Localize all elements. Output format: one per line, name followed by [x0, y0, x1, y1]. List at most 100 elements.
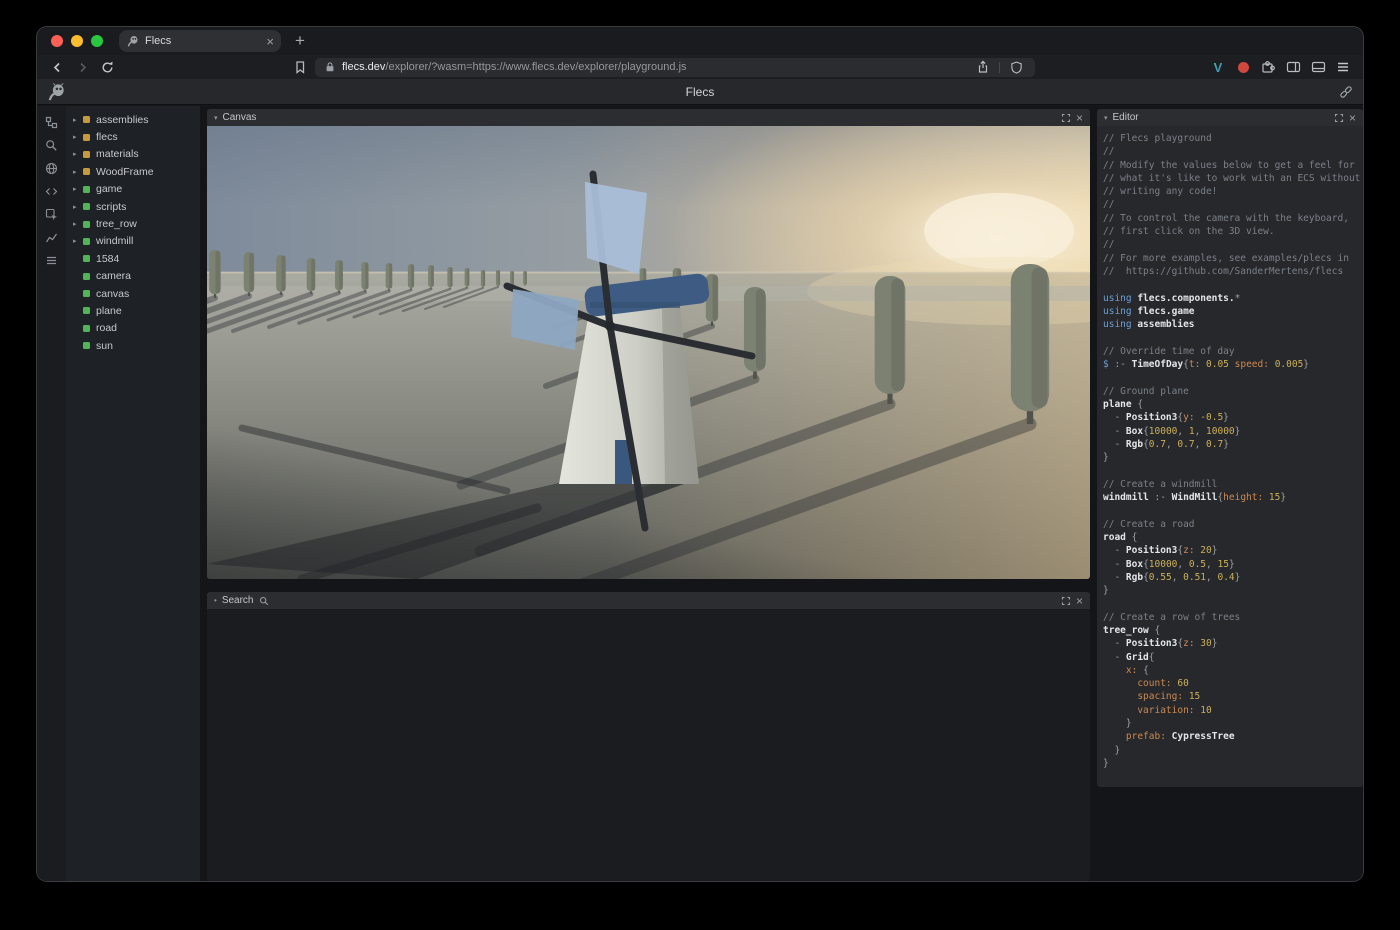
new-tab-button[interactable]: + — [295, 31, 305, 51]
canvas-panel-header[interactable]: ▾ Canvas × — [207, 109, 1090, 126]
code-line: // For more examples, see examples/plecs… — [1103, 252, 1357, 265]
search-results-area — [207, 609, 1090, 881]
code-line: windmill :- WindMill{height: 15} — [1103, 491, 1357, 504]
tree-item-windmill[interactable]: ▸ windmill — [66, 233, 200, 250]
code-line: // To control the camera with the keyboa… — [1103, 212, 1357, 225]
expand-arrow-icon[interactable]: ▸ — [73, 220, 83, 228]
left-icon-strip — [37, 106, 66, 881]
expand-icon[interactable] — [1061, 596, 1071, 606]
sidebar-tab-stats[interactable] — [37, 226, 66, 249]
close-icon[interactable]: × — [1076, 595, 1083, 607]
zoom-window-button[interactable] — [91, 35, 103, 47]
code-editor[interactable]: // Flecs playground//// Modify the value… — [1097, 126, 1363, 787]
code-line: // Create a road — [1103, 518, 1357, 531]
sidebar-tab-inspect[interactable] — [37, 203, 66, 226]
entity-color-square — [83, 307, 90, 314]
sidebar-tab-entities[interactable] — [37, 111, 66, 134]
page-body: ▸assemblies▸flecs▸materials▸WoodFrame▸ga… — [37, 106, 1363, 881]
search-panel-title: Search — [222, 595, 254, 606]
minimize-window-button[interactable] — [71, 35, 83, 47]
code-line — [1103, 371, 1357, 384]
code-line: // first click on the 3D view. — [1103, 225, 1357, 238]
tab-close-icon[interactable]: × — [266, 35, 274, 48]
sidebar-tab-search[interactable] — [37, 134, 66, 157]
window-controls — [37, 35, 119, 47]
close-window-button[interactable] — [51, 35, 63, 47]
back-button[interactable] — [47, 57, 67, 77]
link-icon[interactable] — [1339, 85, 1353, 99]
bookmark-icon[interactable] — [290, 57, 310, 77]
reload-button[interactable] — [97, 57, 117, 77]
window-panel-icon[interactable] — [1308, 57, 1328, 77]
tree-item-camera[interactable]: camera — [66, 268, 200, 285]
brave-shield-icon[interactable] — [1006, 58, 1026, 77]
expand-icon[interactable] — [1061, 113, 1071, 123]
entity-color-square — [83, 203, 90, 210]
code-line: } — [1103, 744, 1357, 757]
address-bar[interactable]: flecs.dev/explorer/?wasm=https://www.fle… — [315, 58, 1035, 77]
chevron-down-icon[interactable]: ▾ — [214, 114, 218, 122]
close-icon[interactable]: × — [1076, 112, 1083, 124]
sidebar-tab-code[interactable] — [37, 180, 66, 203]
expand-arrow-icon[interactable]: ▸ — [73, 237, 83, 245]
code-line: - Box{10000, 1, 10000} — [1103, 425, 1357, 438]
share-icon[interactable] — [973, 58, 993, 77]
code-line: - Box{10000, 0.5, 15} — [1103, 558, 1357, 571]
extensions-puzzle-icon[interactable] — [1258, 57, 1278, 77]
code-line: } — [1103, 717, 1357, 730]
code-line: count: 60 — [1103, 677, 1357, 690]
code-line: // what it's like to work with an ECS wi… — [1103, 172, 1357, 185]
chevron-down-icon[interactable]: ▾ — [1104, 114, 1108, 122]
tree-item-scripts[interactable]: ▸scripts — [66, 198, 200, 215]
browser-tab[interactable]: Flecs × — [119, 30, 281, 52]
menu-icon[interactable] — [1333, 57, 1353, 77]
entity-color-square — [83, 342, 90, 349]
sidebar-tab-logs[interactable] — [37, 249, 66, 272]
extension-v-icon[interactable]: V — [1208, 57, 1228, 77]
tree-item-road[interactable]: road — [66, 320, 200, 337]
extension-dot-icon[interactable] — [1233, 57, 1253, 77]
tree-item-1584[interactable]: 1584 — [66, 250, 200, 267]
flecs-logo[interactable] — [46, 83, 66, 101]
expand-arrow-icon[interactable]: ▸ — [73, 168, 83, 176]
expand-arrow-icon[interactable]: ▸ — [73, 185, 83, 193]
entity-color-square — [83, 290, 90, 297]
tree-item-flecs[interactable]: ▸flecs — [66, 128, 200, 145]
expand-arrow-icon[interactable]: ▸ — [73, 133, 83, 141]
tree-item-sun[interactable]: sun — [66, 337, 200, 354]
entity-color-square — [83, 186, 90, 193]
entity-color-square — [83, 238, 90, 245]
close-icon[interactable]: × — [1349, 112, 1356, 124]
tree-item-assemblies[interactable]: ▸assemblies — [66, 111, 200, 128]
3d-canvas-view[interactable] — [207, 126, 1090, 579]
sidebar-tab-world[interactable] — [37, 157, 66, 180]
expand-arrow-icon[interactable]: ▸ — [73, 116, 83, 124]
entity-label: canvas — [96, 288, 129, 300]
entity-tree: ▸assemblies▸flecs▸materials▸WoodFrame▸ga… — [66, 106, 200, 881]
tree-item-plane[interactable]: plane — [66, 302, 200, 319]
code-line: } — [1103, 451, 1357, 464]
bullet-icon[interactable]: • — [214, 596, 217, 605]
sidebar-toggle-icon[interactable] — [1283, 57, 1303, 77]
red-circle-icon — [1238, 62, 1249, 73]
search-icon — [259, 596, 269, 606]
tree-item-materials[interactable]: ▸materials — [66, 146, 200, 163]
flecs-favicon-icon — [126, 35, 139, 47]
code-line: spacing: 15 — [1103, 690, 1357, 703]
tree-item-game[interactable]: ▸ game — [66, 181, 200, 198]
entity-label: windmill — [96, 235, 133, 247]
code-line: using flecs.components.* — [1103, 292, 1357, 305]
code-line: - Rgb{0.55, 0.51, 0.4} — [1103, 571, 1357, 584]
forward-button[interactable] — [72, 57, 92, 77]
code-line — [1103, 504, 1357, 517]
expand-arrow-icon[interactable]: ▸ — [73, 150, 83, 158]
entity-label: game — [96, 183, 122, 195]
code-line: // Create a row of trees — [1103, 611, 1357, 624]
expand-icon[interactable] — [1334, 113, 1344, 123]
tree-item-canvas[interactable]: canvas — [66, 285, 200, 302]
tree-item-WoodFrame[interactable]: ▸WoodFrame — [66, 163, 200, 180]
editor-panel-header[interactable]: ▾ Editor × — [1097, 109, 1363, 126]
expand-arrow-icon[interactable]: ▸ — [73, 203, 83, 211]
tree-item-tree_row[interactable]: ▸tree_row — [66, 215, 200, 232]
search-panel-header[interactable]: • Search × — [207, 592, 1090, 609]
